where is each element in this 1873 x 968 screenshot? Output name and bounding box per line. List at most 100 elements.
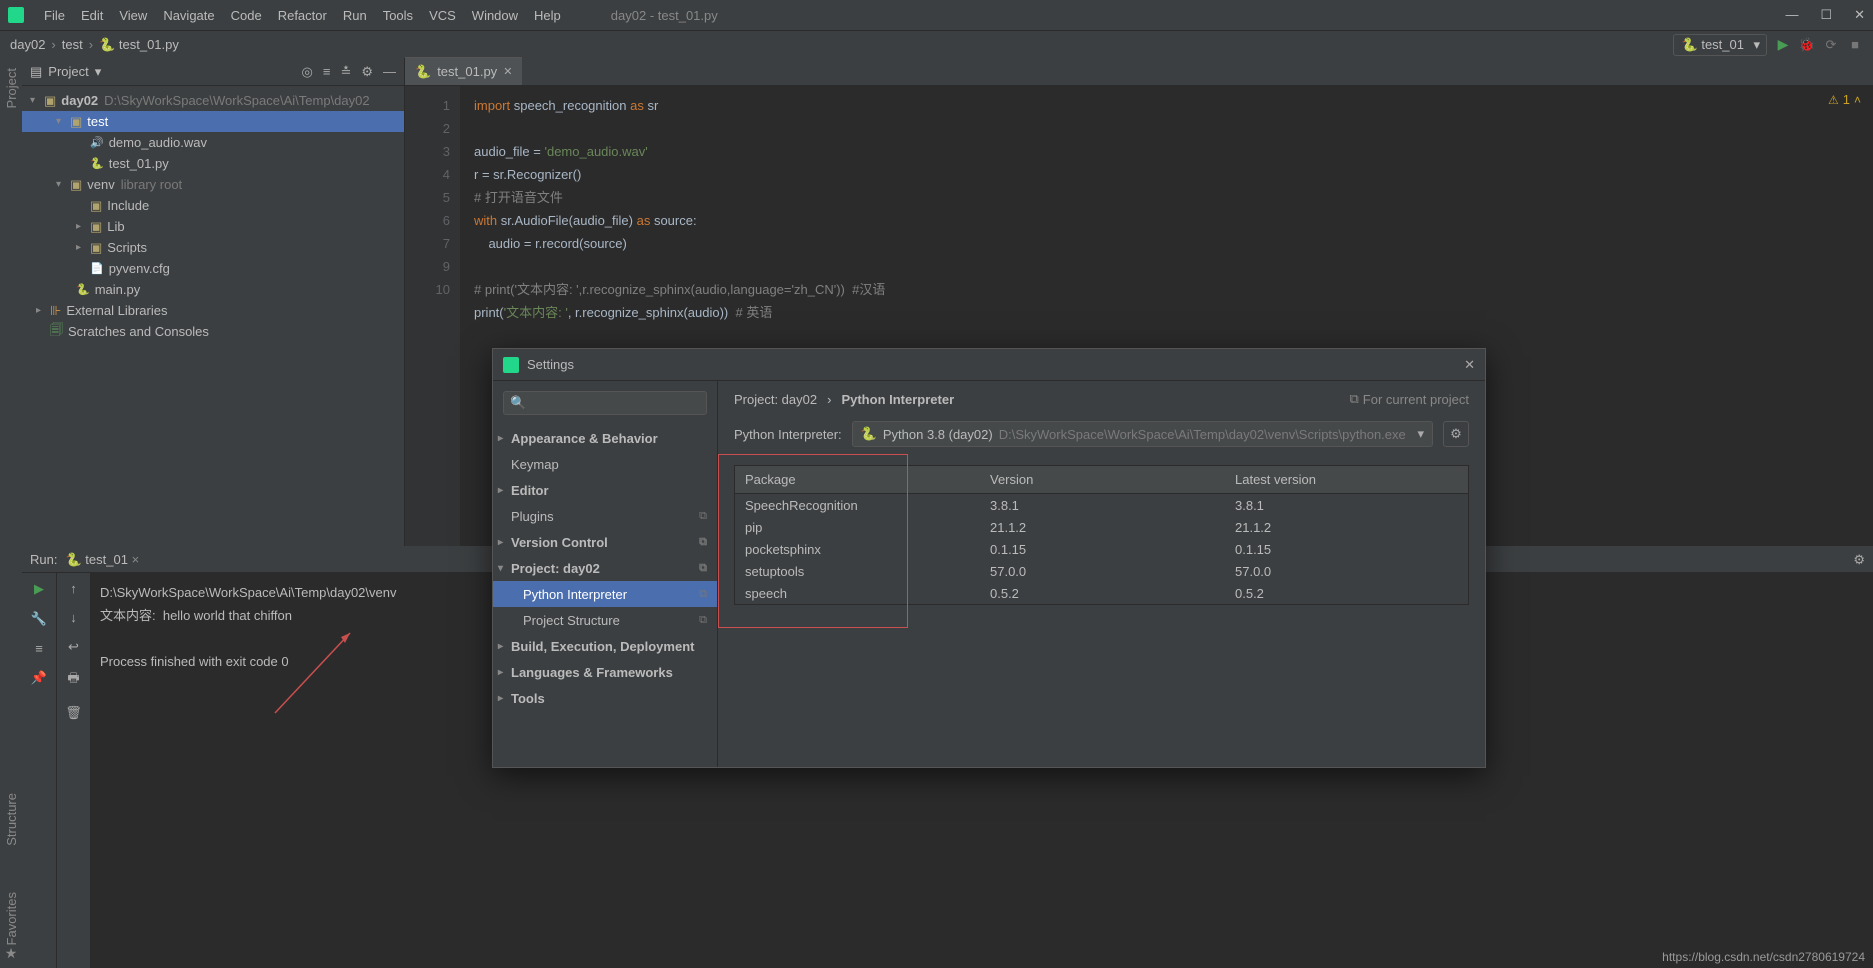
minimize-icon[interactable]: — [1785,7,1798,23]
settings-dialog: Settings ✕ 🔍 ▸Appearance & Behavior Keym… [492,348,1486,768]
close-tab-icon[interactable]: ✕ [503,65,512,78]
chevron-right-icon: › [89,37,93,52]
gear-icon[interactable]: ⚙ [361,64,373,80]
settings-title: Settings [527,357,574,372]
window-title: day02 - test_01.py [611,8,718,23]
menu-code[interactable]: Code [225,8,268,23]
nav-tools[interactable]: ▸Tools [493,685,717,711]
close-window-icon[interactable]: ✕ [1854,7,1865,23]
menu-navigate[interactable]: Navigate [157,8,220,23]
menu-edit[interactable]: Edit [75,8,109,23]
copy-icon: ⧉ [699,588,707,601]
tree-folder-venv[interactable]: ▾▣venvlibrary root [22,174,404,195]
debug-icon[interactable]: 🐞 [1799,37,1815,53]
copy-icon: ⧉ [699,510,707,523]
search-icon: 🔍 [510,395,526,411]
nav-languages[interactable]: ▸Languages & Frameworks [493,659,717,685]
tree-file-pyvenv[interactable]: 📄pyvenv.cfg [22,258,404,279]
editor-tab-test01[interactable]: 🐍 test_01.py ✕ [405,57,522,85]
settings-crumb-project[interactable]: Project: day02 [734,392,817,407]
nav-appearance[interactable]: ▸Appearance & Behavior [493,425,717,451]
breadcrumb-root[interactable]: day02 [10,37,45,52]
tree-scratches[interactable]: 🗐Scratches and Consoles [22,321,404,342]
structure-toolwindow-button[interactable]: Structure [4,793,19,846]
down-arrow-icon[interactable]: ↓ [70,610,77,625]
menu-refactor[interactable]: Refactor [272,8,333,23]
favorites-toolwindow-button[interactable]: Favorites [4,892,19,945]
run-config-selector[interactable]: 🐍 test_01 [1673,34,1767,56]
rerun-icon[interactable]: ▶ [34,581,44,597]
menu-window[interactable]: Window [466,8,524,23]
inspection-indicator[interactable]: ⚠ 1 ˄ [1828,92,1861,107]
gear-icon[interactable]: ⚙ [1853,552,1865,568]
tree-file-test01[interactable]: 🐍test_01.py [22,153,404,174]
titlebar: File Edit View Navigate Code Refactor Ru… [0,0,1873,30]
menu-help[interactable]: Help [528,8,567,23]
pin-icon[interactable]: 📌 [31,670,47,686]
run-label: Run: [30,552,57,567]
run-icon[interactable]: ▶ [1775,37,1791,53]
editor-gutter: 1234567910 [405,86,460,546]
interpreter-label: Python Interpreter: [734,427,842,442]
project-toolwindow-button[interactable]: Project [4,68,19,108]
project-tool-window: ▤ Project ▾ ◎ ≡ ≛ ⚙ — ▾▣day02D:\SkyWorkS… [22,58,405,546]
settings-logo-icon [503,357,519,373]
up-arrow-icon[interactable]: ↑ [70,581,77,596]
filter-icon[interactable]: ≡ [35,641,43,656]
stop-icon[interactable]: ■ [1847,37,1863,53]
copy-icon: ⧉ [1350,391,1359,407]
tree-folder-scripts[interactable]: ▸▣Scripts [22,237,404,258]
menu-run[interactable]: Run [337,8,373,23]
nav-plugins[interactable]: Plugins⧉ [493,503,717,529]
expand-icon[interactable]: ≡ [323,64,331,80]
chevron-right-icon: › [827,392,831,407]
nav-build[interactable]: ▸Build, Execution, Deployment [493,633,717,659]
nav-project[interactable]: ▾Project: day02⧉ [493,555,717,581]
tree-external-libraries[interactable]: ▸⊪External Libraries [22,300,404,321]
project-view-title[interactable]: ▤ Project ▾ [30,64,101,80]
navigation-bar: day02 › test › 🐍 test_01.py 🐍 test_01 ▶ … [0,30,1873,58]
nav-editor[interactable]: ▸Editor [493,477,717,503]
menu-view[interactable]: View [113,8,153,23]
menu-tools[interactable]: Tools [377,8,419,23]
hide-icon[interactable]: — [383,64,396,80]
close-icon[interactable]: ✕ [1464,357,1475,373]
nav-vcs[interactable]: ▸Version Control⧉ [493,529,717,555]
interpreter-selector[interactable]: 🐍 Python 3.8 (day02) D:\SkyWorkSpace\Wor… [852,421,1433,447]
run-tab-test01[interactable]: 🐍 test_01 × [65,552,139,568]
interpreter-gear-button[interactable]: ⚙ [1443,421,1469,447]
nav-python-interpreter[interactable]: Python Interpreter⧉ [493,581,717,607]
nav-project-structure[interactable]: Project Structure⧉ [493,607,717,633]
python-icon: 🐍 [861,426,877,442]
tree-folder-lib[interactable]: ▸▣Lib [22,216,404,237]
tree-folder-test[interactable]: ▾▣test [22,111,404,132]
watermark: https://blog.csdn.net/csdn2780619724 [1662,950,1865,964]
settings-nav: 🔍 ▸Appearance & Behavior Keymap ▸Editor … [493,381,718,767]
collapse-icon[interactable]: ≛ [340,64,351,80]
nav-keymap[interactable]: Keymap [493,451,717,477]
tree-folder-include[interactable]: ▣Include [22,195,404,216]
app-logo-icon [8,7,24,23]
tree-file-main[interactable]: 🐍main.py [22,279,404,300]
chevron-right-icon: › [51,37,55,52]
coverage-icon[interactable]: ⟳ [1823,37,1839,53]
target-icon[interactable]: ◎ [302,64,313,80]
wrench-icon[interactable]: 🔧 [31,611,47,627]
trash-icon[interactable]: 🗑 [65,705,82,721]
favorites-star-icon: ★ [5,945,18,962]
print-icon[interactable]: 🖶 [67,669,79,691]
breadcrumb-file[interactable]: 🐍 test_01.py [99,37,179,53]
soft-wrap-icon[interactable]: ↩ [68,639,79,655]
tree-file-demo-audio[interactable]: 🔊demo_audio.wav [22,132,404,153]
annotation-arrow-icon [265,628,365,718]
col-version[interactable]: Version [980,466,1225,493]
settings-search-input[interactable]: 🔍 [503,391,707,415]
breadcrumb-folder[interactable]: test [62,37,83,52]
maximize-icon[interactable]: ☐ [1820,7,1832,23]
menu-file[interactable]: File [38,8,71,23]
col-latest[interactable]: Latest version [1225,466,1468,493]
menu-vcs[interactable]: VCS [423,8,462,23]
for-current-project-label: ⧉For current project [1350,391,1470,407]
tree-project-root[interactable]: ▾▣day02D:\SkyWorkSpace\WorkSpace\Ai\Temp… [22,90,404,111]
copy-icon: ⧉ [699,614,707,627]
